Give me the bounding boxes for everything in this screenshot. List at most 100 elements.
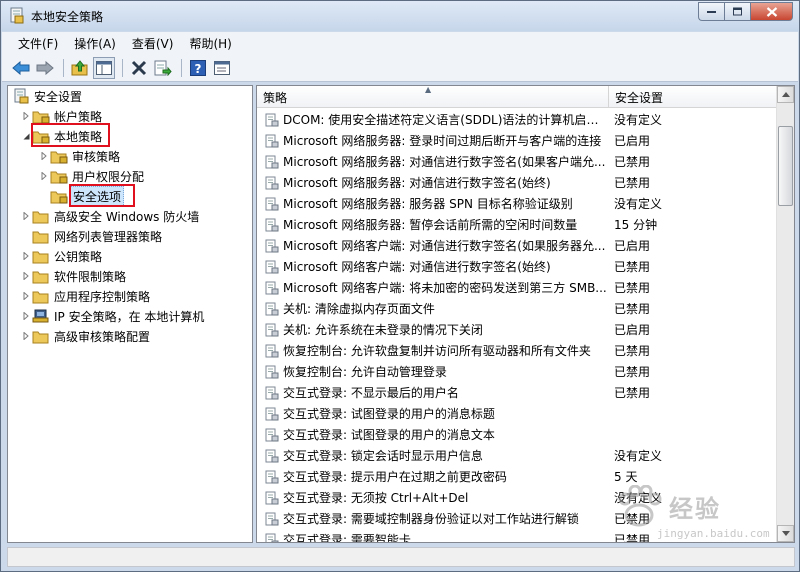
folder-icon [32,326,50,346]
policy-row[interactable]: 交互式登录: 不显示最后的用户名 已禁用 [257,382,776,403]
policy-setting-icon [263,218,281,232]
expand-arrow-icon[interactable] [20,326,32,346]
policy-row[interactable]: 关机: 允许系统在未登录的情况下关闭 已启用 [257,319,776,340]
policy-setting-icon [263,239,281,253]
tree-item-user-rights-assignment[interactable]: 用户权限分配 [38,166,146,186]
tree-label: 安全设置 [34,89,83,104]
expand-arrow-icon[interactable] [38,166,50,186]
policy-row[interactable]: 恢复控制台: 允许软盘复制并访问所有驱动器和所有文件夹 已禁用 [257,340,776,361]
expand-arrow-icon[interactable] [20,206,32,226]
policy-setting-icon [263,344,281,358]
local-security-policy-icon [10,7,24,24]
policy-setting-icon [263,533,281,542]
policy-name: Microsoft 网络服务器: 暂停会话前所需的空闲时间数量 [283,218,578,232]
policy-setting-value: 没有定义 [614,113,663,127]
title-bar[interactable]: 本地安全策略 [1,1,799,31]
show-hide-tree-icon [96,60,112,75]
expand-arrow-icon[interactable] [20,266,32,286]
forward-button[interactable] [34,57,56,79]
navigation-tree[interactable]: 安全设置 帐户策略 本地策略 审核策略 用户权限分配 安全选项 高级安全 Win… [7,85,253,543]
up-one-level-button[interactable] [69,57,91,79]
highlight-box-local-policies [31,123,110,147]
tree-item-ip-security[interactable]: IP 安全策略，在 本地计算机 [20,306,206,326]
policy-row[interactable]: 关机: 清除虚拟内存页面文件 已禁用 [257,298,776,319]
policy-setting-value: 已禁用 [614,344,651,358]
policy-row[interactable]: Microsoft 网络服务器: 服务器 SPN 目标名称验证级别 没有定义 [257,193,776,214]
tree-label: 高级安全 Windows 防火墙 [54,209,200,224]
policy-setting-value: 没有定义 [614,449,663,463]
policy-row[interactable]: Microsoft 网络服务器: 暂停会话前所需的空闲时间数量 15 分钟 [257,214,776,235]
tree-item-advanced-audit[interactable]: 高级审核策略配置 [20,326,152,346]
tree-label: IP 安全策略，在 本地计算机 [54,309,205,324]
policy-name: 恢复控制台: 允许自动管理登录 [283,365,447,379]
forward-arrow-icon [36,60,54,75]
policy-setting-value: 已启用 [614,239,651,253]
column-header-security-setting[interactable]: 安全设置 [609,86,776,108]
svg-text:?: ? [195,62,202,76]
policy-rows: DCOM: 使用安全描述符定义语言(SDDL)语法的计算机启动... 没有定义 Mi… [257,109,776,542]
policy-setting-icon [263,302,281,316]
folder-icon [32,246,50,266]
policy-row[interactable]: Microsoft 网络客户端: 将未加密的密码发送到第三方 SMB... 已禁用 [257,277,776,298]
policy-row[interactable]: Microsoft 网络服务器: 对通信进行数字签名(如果客户端允... 已禁用 [257,151,776,172]
menu-help[interactable]: 帮助(H) [181,35,239,52]
column-label: 安全设置 [615,90,664,105]
tree-item-software-restriction[interactable]: 软件限制策略 [20,266,128,286]
expand-arrow-icon[interactable] [20,246,32,266]
folder-lock-icon [50,186,68,206]
policy-row[interactable]: DCOM: 使用安全描述符定义语言(SDDL)语法的计算机启动... 没有定义 [257,109,776,130]
toolbar-separator [122,58,123,77]
tree-item-network-list-manager[interactable]: 网络列表管理器策略 [32,226,164,246]
vertical-scrollbar[interactable] [776,86,794,542]
folder-icon [32,286,50,306]
back-button[interactable] [10,57,32,79]
column-header-policy[interactable]: 策略 ▲ [257,86,609,108]
tree-item-public-key-policies[interactable]: 公钥策略 [20,246,104,266]
tree-label: 软件限制策略 [54,269,127,284]
folder-icon [32,226,50,246]
watermark-text: 经验 [669,495,721,523]
policy-row[interactable]: Microsoft 网络服务器: 登录时间过期后断开与客户端的连接 已启用 [257,130,776,151]
properties-button[interactable] [211,57,233,79]
tree-item-security-settings[interactable]: 安全设置 [12,86,84,106]
scroll-up-button[interactable] [777,86,794,103]
menu-file[interactable]: 文件(F) [10,35,66,52]
tree-item-audit-policy[interactable]: 审核策略 [38,146,122,166]
policy-row[interactable]: Microsoft 网络客户端: 对通信进行数字签名(如果服务器允... 已启用 [257,235,776,256]
tree-item-application-control[interactable]: 应用程序控制策略 [20,286,152,306]
policy-row[interactable]: Microsoft 网络客户端: 对通信进行数字签名(始终) 已禁用 [257,256,776,277]
expand-arrow-icon[interactable] [20,306,32,326]
scrollbar-thumb[interactable] [778,126,793,206]
export-list-button[interactable] [152,57,174,79]
policy-row[interactable]: Microsoft 网络服务器: 对通信进行数字签名(始终) 已禁用 [257,172,776,193]
policy-setting-icon [263,512,281,526]
properties-icon [214,60,230,75]
policy-row[interactable]: 交互式登录: 锁定会话时显示用户信息 没有定义 [257,445,776,466]
help-button[interactable]: ? [187,57,209,79]
policy-row[interactable]: 交互式登录: 试图登录的用户的消息标题 [257,403,776,424]
menu-action[interactable]: 操作(A) [66,35,124,52]
policy-setting-value: 已禁用 [614,260,651,274]
tree-label: 网络列表管理器策略 [54,229,163,244]
baidu-jingyan-watermark: 经验 jingyan.baidu.com [613,481,793,561]
delete-button[interactable] [128,57,150,79]
policy-row[interactable]: 交互式登录: 试图登录的用户的消息文本 [257,424,776,445]
show-hide-tree-button[interactable] [93,56,115,79]
policy-list[interactable]: 策略 ▲ 安全设置 DCOM: 使用安全描述符定义语言(SDDL)语法的计算机启… [256,85,795,543]
policy-setting-icon [263,428,281,442]
policy-row[interactable]: 恢复控制台: 允许自动管理登录 已禁用 [257,361,776,382]
menu-view[interactable]: 查看(V) [124,35,182,52]
tree-item-windows-firewall[interactable]: 高级安全 Windows 防火墙 [20,206,201,226]
close-button[interactable] [750,2,793,21]
maximize-button[interactable] [724,2,750,21]
toolbar: ? [2,54,798,82]
policy-setting-icon [263,323,281,337]
policy-setting-icon [263,176,281,190]
expand-arrow-icon[interactable] [20,286,32,306]
policy-name: Microsoft 网络服务器: 对通信进行数字签名(如果客户端允... [283,155,606,169]
policy-setting-value: 已禁用 [614,176,651,190]
policy-setting-icon [263,260,281,274]
folder-icon [32,266,50,286]
minimize-button[interactable] [698,2,724,21]
expand-arrow-icon[interactable] [38,146,50,166]
